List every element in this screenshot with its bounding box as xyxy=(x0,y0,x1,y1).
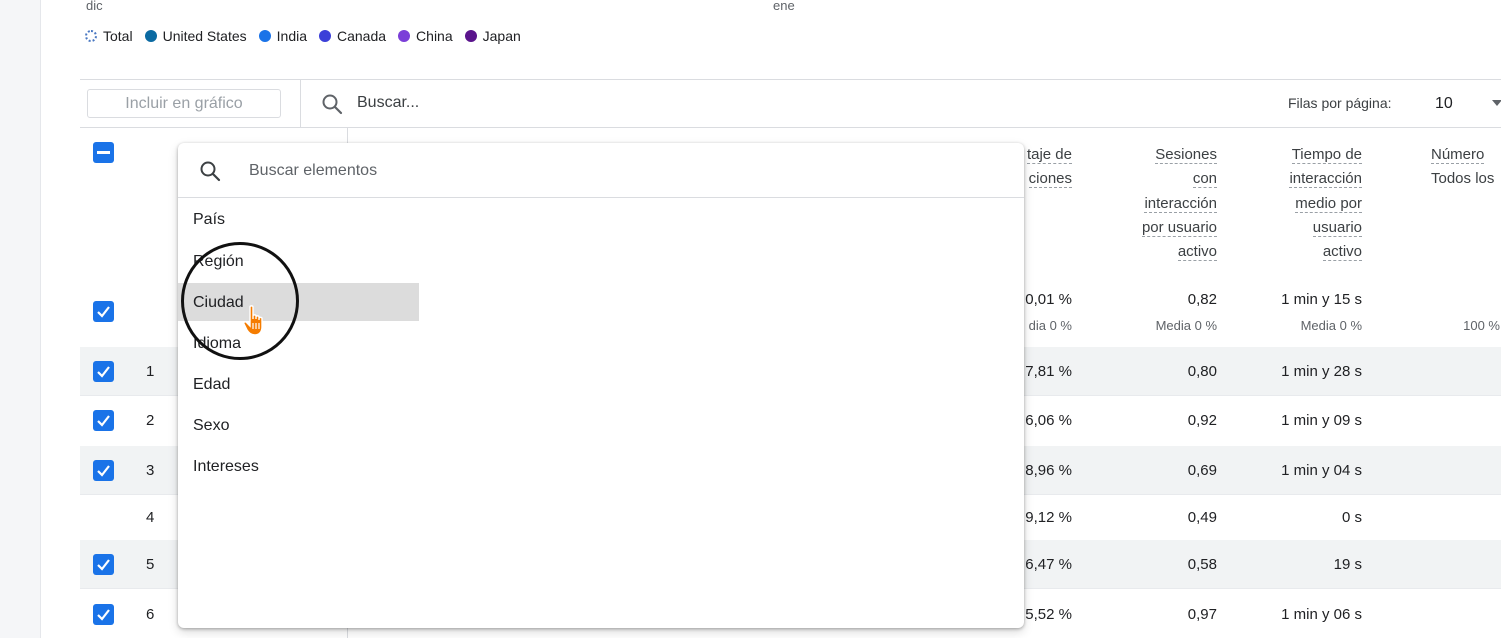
hand-cursor-icon xyxy=(242,304,272,343)
column-header-number[interactable]: Número Todos los xyxy=(1400,143,1501,192)
rows-per-page-select[interactable]: 10 xyxy=(1435,95,1453,113)
column-header-engaged-sessions[interactable]: Sesiones con interacción por usuario act… xyxy=(1100,143,1217,264)
dimension-dropdown: Buscar elementos País Región Ciudad Idio… xyxy=(178,143,1024,628)
legend-dot-india xyxy=(258,30,271,42)
table-cell: 0,49 xyxy=(1187,509,1217,526)
total-value: 1 min y 15 s xyxy=(1281,291,1362,308)
dropdown-separator xyxy=(178,197,1024,198)
x-axis-label-dic: dic xyxy=(86,0,103,13)
header-line: activo xyxy=(1322,243,1362,262)
row-number: 3 xyxy=(146,462,155,479)
row-number: 5 xyxy=(146,556,155,573)
dropdown-item-sexo[interactable]: Sexo xyxy=(193,417,229,435)
legend-dot-total xyxy=(85,30,97,42)
search-icon[interactable] xyxy=(320,92,344,121)
toolbar-top-border xyxy=(80,79,1501,80)
include-in-chart-button[interactable]: Incluir en gráfico xyxy=(87,89,281,118)
header-line: interacción xyxy=(1289,170,1362,189)
table-cell: 0,80 xyxy=(1187,363,1217,380)
legend-label: Canada xyxy=(337,28,387,44)
header-line: usuario xyxy=(1312,218,1362,237)
left-rail xyxy=(0,0,41,638)
table-cell: 1 min y 28 s xyxy=(1281,363,1362,380)
row-checkbox[interactable] xyxy=(93,604,114,625)
legend-dot-china xyxy=(398,30,411,42)
legend-label: United States xyxy=(162,28,247,44)
row-number: 2 xyxy=(146,412,155,429)
row-checkbox[interactable] xyxy=(93,361,114,382)
legend-label: China xyxy=(416,28,453,44)
legend-item-united-states[interactable]: United States xyxy=(144,28,247,44)
header-line: Sesiones xyxy=(1155,146,1217,164)
chevron-down-icon[interactable] xyxy=(1492,100,1501,106)
toolbar-bottom-border xyxy=(80,127,1501,128)
table-cell: 0,58 xyxy=(1187,556,1217,573)
header-line: activo xyxy=(1177,243,1217,262)
dropdown-item-edad[interactable]: Edad xyxy=(193,376,230,394)
select-all-checkbox[interactable] xyxy=(93,142,114,163)
legend-dot-japan xyxy=(464,30,477,42)
header-line: ciones xyxy=(1028,170,1072,189)
dropdown-item-intereses[interactable]: Intereses xyxy=(193,458,259,476)
legend-item-japan[interactable]: Japan xyxy=(464,28,521,44)
header-line: por usuario xyxy=(1141,218,1217,237)
search-icon xyxy=(198,159,222,188)
toolbar-divider xyxy=(300,80,301,127)
header-line: taje de xyxy=(1026,146,1072,164)
row-number: 1 xyxy=(146,363,155,380)
header-line: Todos los xyxy=(1431,170,1495,188)
header-line: Tiempo de xyxy=(1291,146,1362,164)
legend-label: Japan xyxy=(482,28,521,44)
table-cell: 1 min y 09 s xyxy=(1281,412,1362,429)
total-sub: Media 0 % xyxy=(1155,318,1217,333)
dropdown-search-input[interactable]: Buscar elementos xyxy=(249,162,377,180)
totals-checkbox[interactable] xyxy=(93,301,114,322)
total-value: 0,82 xyxy=(1187,291,1217,308)
legend-label: India xyxy=(276,28,307,44)
click-highlight-ring xyxy=(181,242,299,360)
header-line: Número xyxy=(1431,146,1485,164)
table-cell: 0,97 xyxy=(1187,606,1217,623)
header-line: con xyxy=(1192,170,1217,189)
table-cell: 0,92 xyxy=(1187,412,1217,429)
legend-item-canada[interactable]: Canada xyxy=(319,28,386,44)
legend-label: Total xyxy=(103,28,133,44)
rows-per-page-label: Filas por página: xyxy=(1288,95,1392,111)
legend-dot-united-states xyxy=(144,30,157,42)
total-sub: Media 0 % xyxy=(1300,318,1362,333)
chart-legend: Total United States India Canada China J… xyxy=(85,28,533,44)
column-header-engagement-time[interactable]: Tiempo de interacción medio por usuario … xyxy=(1240,143,1362,264)
row-checkbox[interactable] xyxy=(93,410,114,431)
row-number: 4 xyxy=(146,509,155,526)
legend-item-india[interactable]: India xyxy=(258,28,307,44)
table-cell: 1 min y 06 s xyxy=(1281,606,1362,623)
table-search-input[interactable]: Buscar... xyxy=(357,94,419,112)
x-axis-label-ene: ene xyxy=(773,0,795,13)
legend-dot-canada xyxy=(319,30,331,42)
total-sub: 100 % xyxy=(1463,318,1500,333)
table-cell: 19 s xyxy=(1333,556,1362,573)
row-checkbox[interactable] xyxy=(93,554,114,575)
table-cell: 0,69 xyxy=(1187,462,1217,479)
dropdown-item-pais[interactable]: País xyxy=(193,211,225,229)
header-line: interacción xyxy=(1144,194,1217,213)
legend-item-total[interactable]: Total xyxy=(85,28,133,44)
table-cell: 0 s xyxy=(1341,509,1362,526)
row-number: 6 xyxy=(146,606,155,623)
table-cell: 1 min y 04 s xyxy=(1281,462,1362,479)
legend-item-china[interactable]: China xyxy=(398,28,453,44)
row-checkbox[interactable] xyxy=(93,460,114,481)
header-line: medio por xyxy=(1295,194,1362,213)
